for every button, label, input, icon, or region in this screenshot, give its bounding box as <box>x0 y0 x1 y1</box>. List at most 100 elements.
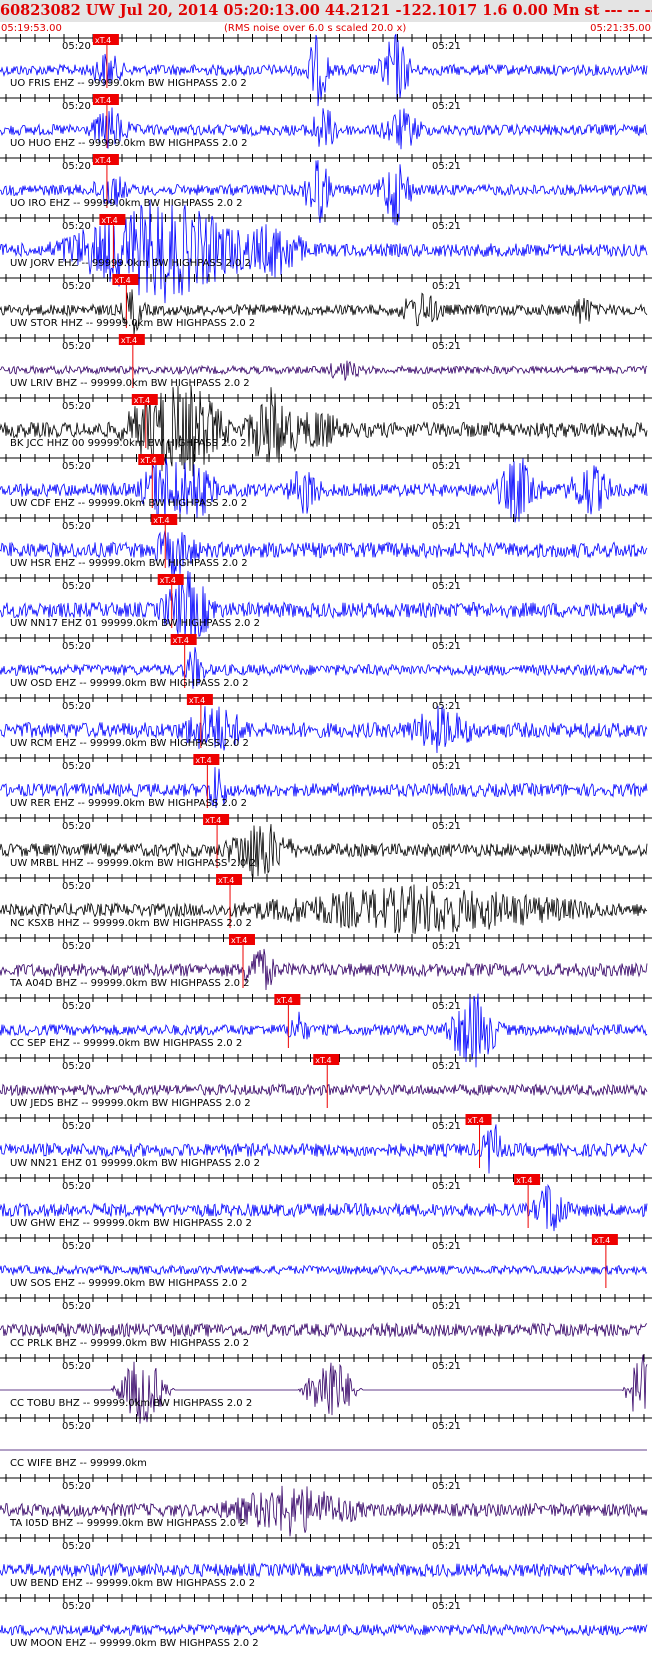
time-label-right: 05:21 <box>432 221 461 232</box>
time-label-right: 05:21 <box>432 101 461 112</box>
trace-row: 05:20 05:21 xT.4 UW RER EHZ -- 99999.0km BW… <box>0 754 652 809</box>
trace-row: 05:20 05:21 xT.4 UW LRIV BHZ -- 99999.0km B… <box>0 334 652 389</box>
waveform <box>0 199 648 304</box>
pick-label: xT.4 <box>195 756 211 765</box>
time-label-left: 05:20 <box>62 161 91 172</box>
time-label-left: 05:20 <box>62 1301 91 1312</box>
station-label: UO FRIS EHZ -- 99999.0km BW HIGHPASS 2.0… <box>10 78 247 89</box>
trace-row: 05:20 05:21 xT.4 UW HSR EHZ -- 99999.0km BW… <box>0 514 652 579</box>
trace-row: 05:20 05:21 xT.4 UW SOS EHZ -- 99999.0km BW… <box>0 1234 652 1289</box>
time-label-left: 05:20 <box>62 1421 91 1432</box>
station-label: UW LRIV BHZ -- 99999.0km BW HIGHPASS 2.0… <box>10 378 250 389</box>
trace-row: 05:20 05:21 TA I05D BHZ -- 99999.0km BW HI… <box>0 1474 652 1537</box>
station-label: UW MOON EHZ -- 99999.0km BW HIGHPASS 2.0… <box>10 1638 259 1649</box>
time-label-left: 05:20 <box>62 1061 91 1072</box>
time-label-right: 05:21 <box>432 1481 461 1492</box>
trace-row: 05:20 05:21 xT.4 BK JCC HHZ 00 99999.0km BW… <box>0 385 652 477</box>
pick-label: xT.4 <box>315 1056 331 1065</box>
station-label: UW BEND EHZ -- 99999.0km BW HIGHPASS 2.0… <box>10 1578 255 1589</box>
station-label: CC PRLK BHZ -- 99999.0km BW HIGHPASS 2.0… <box>10 1338 249 1349</box>
time-label-left: 05:20 <box>62 821 91 832</box>
time-label-left: 05:20 <box>62 581 91 592</box>
time-label-left: 05:20 <box>62 1001 91 1012</box>
trace-row: 05:20 05:21 UW MOON EHZ -- 99999.0km BW HI… <box>0 1594 652 1649</box>
trace-row: 05:20 05:21 CC WIFE BHZ -- 99999.0km <box>0 1414 652 1469</box>
station-label: CC WIFE BHZ -- 99999.0km <box>10 1458 147 1469</box>
pick-label: xT.4 <box>95 36 111 45</box>
time-label-right: 05:21 <box>432 341 461 352</box>
station-label: TA I05D BHZ -- 99999.0km BW HIGHPASS 2.0… <box>9 1518 246 1529</box>
trace-row: 05:20 05:21 xT.4 UW STOR HHZ -- 99999.0km B… <box>0 274 652 336</box>
time-label-right: 05:21 <box>432 1241 461 1252</box>
station-label: UW RER EHZ -- 99999.0km BW HIGHPASS 2.0 … <box>10 798 247 809</box>
time-label-left: 05:20 <box>62 521 91 532</box>
station-label: UW JORV EHZ -- 99999.0km BW HIGHPASS 2.0… <box>10 258 251 269</box>
time-label-left: 05:20 <box>62 101 91 112</box>
pick-label: xT.4 <box>218 876 234 885</box>
seismogram-traces: 05:20 05:21 xT.4 UO FRIS EHZ -- 99999.0km B… <box>0 33 652 1649</box>
station-label: UO HUO EHZ -- 99999.0km BW HIGHPASS 2.0 … <box>10 138 247 149</box>
time-label-right: 05:21 <box>432 461 461 472</box>
station-label: UW HSR EHZ -- 99999.0km BW HIGHPASS 2.0 … <box>10 558 248 569</box>
trace-row: 05:20 05:21 xT.4 UW CDF EHZ -- 99999.0km BW… <box>0 454 652 523</box>
time-label-right: 05:21 <box>432 161 461 172</box>
time-label-left: 05:20 <box>62 461 91 472</box>
waveform <box>0 1562 648 1578</box>
time-label-right: 05:21 <box>432 941 461 952</box>
waveform <box>0 1322 648 1338</box>
time-label-left: 05:20 <box>62 281 91 292</box>
station-label: CC SEP EHZ -- 99999.0km BW HIGHPASS 2.0 … <box>10 1038 242 1049</box>
station-label: UW NN21 EHZ 01 99999.0km BW HIGHPASS 2.0… <box>10 1158 260 1169</box>
waveform <box>0 458 648 523</box>
time-label-left: 05:20 <box>62 1241 91 1252</box>
waveform <box>0 1264 648 1276</box>
station-label: NC KSXB HHZ -- 99999.0km BW HIGHPASS 2.0… <box>10 918 252 929</box>
station-label: UW STOR HHZ -- 99999.0km BW HIGHPASS 2.0… <box>10 318 255 329</box>
time-label-right: 05:21 <box>432 1121 461 1132</box>
time-label-right: 05:21 <box>432 1361 461 1372</box>
time-label-left: 05:20 <box>62 1601 91 1612</box>
trace-row: 05:20 05:21 xT.4 UW MRBL HHZ -- 99999.0km B… <box>0 814 652 878</box>
pick-label: xT.4 <box>173 636 189 645</box>
station-label: UO IRO EHZ -- 99999.0km BW HIGHPASS 2.0 … <box>10 198 243 209</box>
time-label-left: 05:20 <box>62 1481 91 1492</box>
time-label-right: 05:21 <box>432 701 461 712</box>
pick-label: xT.4 <box>276 996 292 1005</box>
pick-label: xT.4 <box>205 816 221 825</box>
trace-row: 05:20 05:21 UW BEND EHZ -- 99999.0km BW HI… <box>0 1534 652 1589</box>
time-label-right: 05:21 <box>432 1601 461 1612</box>
station-label: UW NN17 EHZ 01 99999.0km BW HIGHPASS 2.0… <box>10 618 260 629</box>
pick-label: xT.4 <box>594 1236 610 1245</box>
station-label: UW OSD EHZ -- 99999.0km BW HIGHPASS 2.0 … <box>10 678 249 689</box>
pick-label: xT.4 <box>114 276 130 285</box>
time-label-left: 05:20 <box>62 881 91 892</box>
station-label: BK JCC HHZ 00 99999.0km BW HIGHPASS 2.0 … <box>10 438 247 449</box>
trace-row: 05:20 05:21 xT.4 UW GHW EHZ -- 99999.0km BW… <box>0 1174 652 1232</box>
time-label-left: 05:20 <box>62 1361 91 1372</box>
pick-label: xT.4 <box>153 516 169 525</box>
pick-label: xT.4 <box>95 96 111 105</box>
trace-row: 05:20 05:21 xT.4 NC KSXB HHZ -- 99999.0km B… <box>0 874 652 934</box>
pick-label: xT.4 <box>468 1116 484 1125</box>
trace-row: 05:20 05:21 CC TOBU BHZ -- 99999.0km BW HI… <box>0 1354 652 1424</box>
waveform <box>0 824 648 878</box>
pick-label: xT.4 <box>516 1176 532 1185</box>
time-label-right: 05:21 <box>432 521 461 532</box>
time-label-right: 05:21 <box>432 401 461 412</box>
time-label-right: 05:21 <box>432 1541 461 1552</box>
time-label-right: 05:21 <box>432 1181 461 1192</box>
trace-row: 05:20 05:21 CC PRLK BHZ -- 99999.0km BW HI… <box>0 1294 652 1349</box>
station-label: UW CDF EHZ -- 99999.0km BW HIGHPASS 2.0 … <box>10 498 247 509</box>
pick-label: xT.4 <box>231 936 247 945</box>
station-label: UW RCM EHZ -- 99999.0km BW HIGHPASS 2.0 … <box>10 738 249 749</box>
time-label-right: 05:21 <box>432 581 461 592</box>
trace-row: 05:20 05:21 xT.4 UW JORV EHZ -- 99999.0km B… <box>0 199 652 304</box>
pick-label: xT.4 <box>121 336 137 345</box>
pick-label: xT.4 <box>101 216 117 225</box>
time-label-left: 05:20 <box>62 1541 91 1552</box>
pick-label: xT.4 <box>134 396 150 405</box>
time-label-right: 05:21 <box>432 1001 461 1012</box>
time-label-right: 05:21 <box>432 281 461 292</box>
time-label-right: 05:21 <box>432 821 461 832</box>
time-label-right: 05:21 <box>432 761 461 772</box>
